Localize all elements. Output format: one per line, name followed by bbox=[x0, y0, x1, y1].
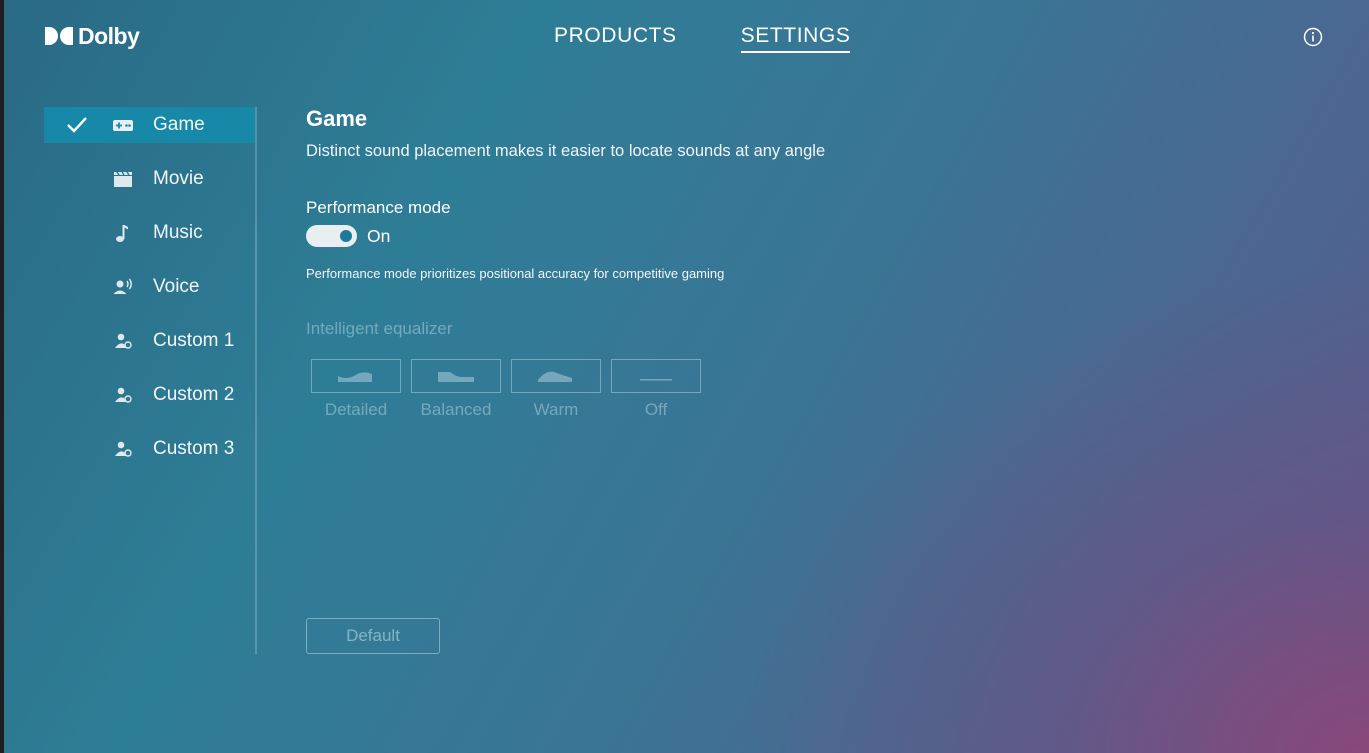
eq-warm-curve-icon bbox=[538, 371, 572, 382]
dolby-double-d-icon bbox=[45, 27, 73, 45]
dolby-logo-text: Dolby bbox=[78, 22, 140, 49]
sidebar-item-game[interactable]: Game bbox=[44, 107, 255, 143]
profile-settings-panel: Game Distinct sound placement makes it e… bbox=[306, 106, 826, 419]
info-icon[interactable] bbox=[1303, 27, 1323, 47]
sidebar-item-label: Game bbox=[153, 114, 205, 135]
eq-option-warm[interactable]: Warm bbox=[511, 359, 601, 420]
eq-option-detailed[interactable]: Detailed bbox=[311, 359, 401, 420]
eq-option-label: Balanced bbox=[420, 400, 492, 419]
profile-title: Game bbox=[306, 106, 368, 131]
sidebar-item-label: Music bbox=[153, 222, 203, 243]
sidebar-item-custom-2[interactable]: Custom 2 bbox=[44, 377, 255, 413]
user-custom-icon bbox=[115, 441, 132, 457]
sidebar-item-voice[interactable]: Voice bbox=[44, 269, 255, 305]
sidebar-item-label: Movie bbox=[153, 168, 204, 189]
sidebar-item-custom-1[interactable]: Custom 1 bbox=[44, 323, 255, 359]
performance-mode-label: Performance mode bbox=[306, 198, 451, 217]
eq-detailed-curve-icon bbox=[338, 372, 372, 382]
sidebar-item-label: Custom 2 bbox=[153, 384, 235, 405]
eq-option-box bbox=[311, 359, 401, 393]
profile-description: Distinct sound placement makes it easier… bbox=[306, 142, 826, 160]
voice-icon bbox=[113, 278, 132, 294]
eq-option-off[interactable]: Off bbox=[611, 359, 701, 420]
checkmark-icon bbox=[67, 117, 87, 133]
eq-option-label: Warm bbox=[533, 400, 579, 419]
sidebar-item-label: Custom 3 bbox=[153, 438, 235, 459]
sidebar-item-music[interactable]: Music bbox=[44, 215, 255, 251]
sidebar-item-label: Custom 1 bbox=[153, 330, 235, 351]
performance-mode-toggle[interactable] bbox=[306, 225, 357, 247]
top-navigation: PRODUCTS SETTINGS bbox=[554, 24, 851, 53]
sidebar-item-movie[interactable]: Movie bbox=[44, 161, 255, 197]
eq-balanced-curve-icon bbox=[438, 372, 474, 382]
nav-products[interactable]: PRODUCTS bbox=[554, 24, 677, 53]
user-custom-icon bbox=[115, 333, 132, 349]
clapperboard-icon bbox=[114, 171, 132, 187]
toggle-knob bbox=[340, 230, 352, 242]
eq-option-label: Detailed bbox=[324, 400, 388, 419]
equalizer-label: Intelligent equalizer bbox=[306, 319, 453, 338]
eq-off-flat-icon bbox=[640, 379, 672, 381]
profile-sidebar: Game Movie Music Voice Custom 1 Custom 2… bbox=[44, 107, 257, 654]
music-note-icon bbox=[116, 225, 128, 242]
dolby-app-window: Dolby PRODUCTS SETTINGS Game Movie Music… bbox=[4, 0, 1369, 753]
performance-mode-description: Performance mode prioritizes positional … bbox=[306, 266, 725, 281]
equalizer-options: Detailed Balanced Warm Off bbox=[311, 359, 701, 420]
gamepad-icon bbox=[113, 120, 133, 131]
dolby-logo: Dolby bbox=[44, 22, 140, 50]
sidebar-item-label: Voice bbox=[153, 276, 200, 297]
eq-option-box bbox=[511, 359, 601, 393]
sidebar-item-custom-3[interactable]: Custom 3 bbox=[44, 431, 255, 467]
eq-option-balanced[interactable]: Balanced bbox=[411, 359, 501, 420]
user-custom-icon bbox=[115, 387, 132, 403]
performance-mode-state: On bbox=[367, 226, 391, 246]
eq-option-box bbox=[611, 359, 701, 393]
eq-option-box bbox=[411, 359, 501, 393]
nav-settings[interactable]: SETTINGS bbox=[740, 24, 851, 53]
eq-option-label: Off bbox=[644, 400, 668, 419]
default-button[interactable]: Default bbox=[306, 618, 440, 654]
